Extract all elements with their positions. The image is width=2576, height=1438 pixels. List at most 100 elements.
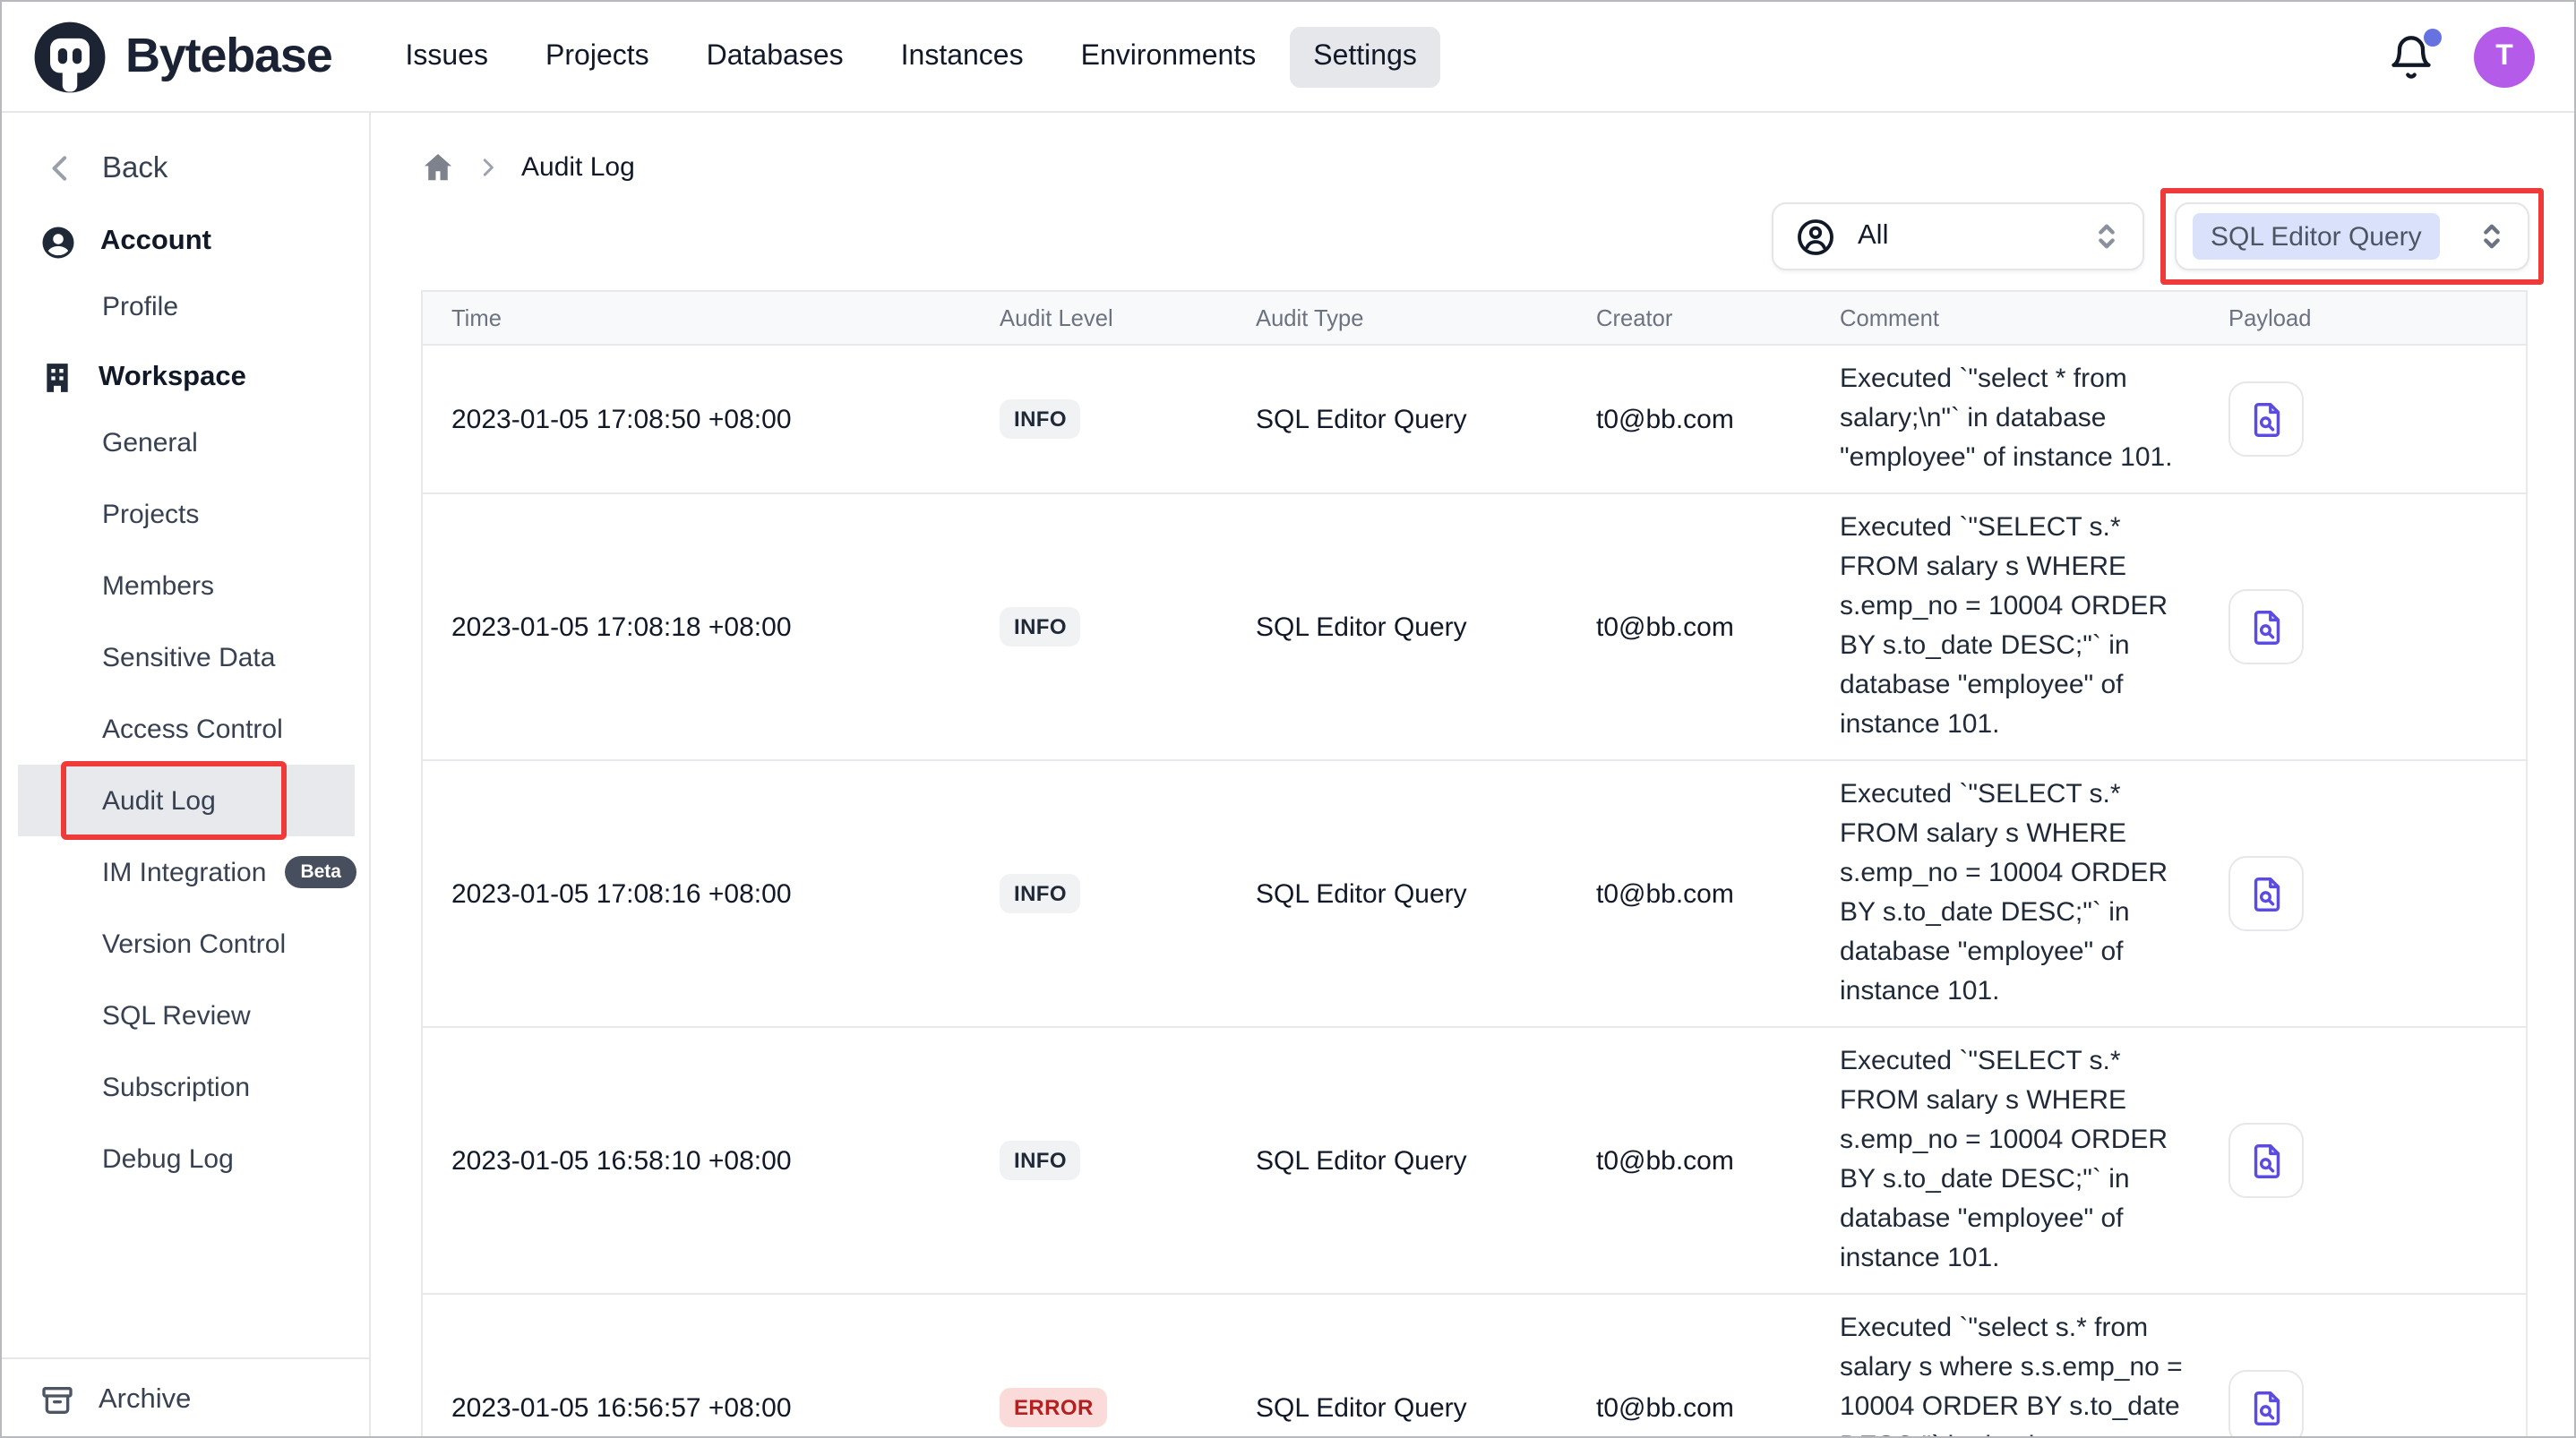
sidebar-item-audit-log[interactable]: Audit Log: [18, 765, 355, 836]
nav-item-environments[interactable]: Environments: [1058, 26, 1280, 87]
audit-level-badge: INFO: [1000, 607, 1081, 646]
cell-audit-type: SQL Editor Query: [1256, 612, 1596, 642]
audit-level-badge: INFO: [1000, 399, 1081, 439]
brand-name: Bytebase: [125, 29, 332, 84]
sidebar-item-general[interactable]: General: [2, 407, 369, 478]
audit-log-table: Time Audit Level Audit Type Creator Comm…: [421, 290, 2528, 1438]
sidebar-item-subscription[interactable]: Subscription: [2, 1051, 369, 1123]
audit-level-badge: INFO: [1000, 1141, 1081, 1180]
col-header-audit-level: Audit Level: [1000, 304, 1256, 331]
chevron-left-icon: [43, 150, 79, 186]
building-icon: [39, 360, 75, 396]
selector-icon: [2089, 218, 2125, 254]
nav-item-settings[interactable]: Settings: [1290, 26, 1440, 87]
archive-label: Archive: [99, 1383, 191, 1416]
back-button[interactable]: Back: [2, 145, 369, 192]
payload-view-button[interactable]: [2228, 1370, 2304, 1438]
sidebar-item-sensitive-data[interactable]: Sensitive Data: [2, 621, 369, 693]
top-navbar: Bytebase Issues Projects Databases Insta…: [2, 2, 2574, 113]
table-row: 2023-01-05 16:56:57 +08:00 ERROR SQL Edi…: [423, 1295, 2526, 1438]
audit-type-filter-dropdown[interactable]: SQL Editor Query: [2175, 202, 2529, 270]
col-header-creator: Creator: [1596, 304, 1840, 331]
sidebar-item-im-integration[interactable]: IM Integration Beta: [2, 836, 369, 908]
beta-badge: Beta: [284, 857, 357, 888]
bytebase-app-window: Bytebase Issues Projects Databases Insta…: [0, 0, 2576, 1438]
notification-dot: [2424, 28, 2442, 46]
cell-comment: Executed `"SELECT s.* FROM salary s WHER…: [1840, 761, 2228, 1026]
cell-time: 2023-01-05 17:08:18 +08:00: [423, 612, 1000, 642]
sidebar-section-workspace: Workspace: [2, 356, 369, 399]
file-search-icon: [2245, 398, 2287, 440]
cell-audit-type: SQL Editor Query: [1256, 878, 1596, 909]
col-header-payload: Payload: [2228, 304, 2526, 331]
avatar[interactable]: T: [2474, 26, 2535, 87]
nav-item-databases[interactable]: Databases: [683, 26, 867, 87]
cell-creator: t0@bb.com: [1596, 612, 1840, 642]
cell-time: 2023-01-05 16:58:10 +08:00: [423, 1145, 1000, 1176]
audit-level-badge: ERROR: [1000, 1388, 1108, 1427]
cell-creator: t0@bb.com: [1596, 878, 1840, 909]
sidebar-item-archive[interactable]: Archive: [2, 1357, 369, 1438]
page-title: Audit Log: [521, 151, 635, 182]
col-header-audit-type: Audit Type: [1256, 304, 1596, 331]
archive-icon: [39, 1382, 75, 1417]
cell-audit-type: SQL Editor Query: [1256, 1392, 1596, 1423]
creator-filter-value: All: [1858, 220, 1888, 253]
person-circle-icon: [1795, 216, 1836, 257]
sidebar-section-account: Account: [2, 220, 369, 263]
notification-bell-button[interactable]: [2388, 33, 2434, 80]
cell-audit-type: SQL Editor Query: [1256, 1145, 1596, 1176]
cell-comment: Executed `"select s.* from salary s wher…: [1840, 1295, 2228, 1438]
filter-toolbar: All SQL Editor Query: [421, 188, 2574, 285]
main-content: Audit Log All SQL Editor Quer: [371, 113, 2574, 1438]
sidebar-item-sql-review[interactable]: SQL Review: [2, 980, 369, 1051]
user-circle-icon: [39, 223, 77, 261]
cell-creator: t0@bb.com: [1596, 404, 1840, 434]
sidebar-item-profile[interactable]: Profile: [2, 270, 369, 342]
table-row: 2023-01-05 16:58:10 +08:00 INFO SQL Edit…: [423, 1028, 2526, 1295]
settings-sidebar: Back Account Profile Workspace General: [2, 113, 371, 1438]
bytebase-logo[interactable]: Bytebase: [30, 17, 332, 96]
payload-view-button[interactable]: [2228, 856, 2304, 931]
cell-comment: Executed `"SELECT s.* FROM salary s WHER…: [1840, 1028, 2228, 1293]
cell-creator: t0@bb.com: [1596, 1145, 1840, 1176]
sidebar-item-members[interactable]: Members: [2, 550, 369, 621]
table-header-row: Time Audit Level Audit Type Creator Comm…: [423, 292, 2526, 346]
nav-item-projects[interactable]: Projects: [522, 26, 673, 87]
bytebase-logo-icon: [30, 17, 109, 96]
cell-time: 2023-01-05 17:08:50 +08:00: [423, 404, 1000, 434]
payload-view-button[interactable]: [2228, 1123, 2304, 1198]
section-label: Workspace: [99, 362, 246, 394]
file-search-icon: [2245, 1387, 2287, 1428]
breadcrumb: Audit Log: [421, 145, 2574, 188]
payload-view-button[interactable]: [2228, 589, 2304, 664]
back-label: Back: [102, 151, 167, 185]
cell-creator: t0@bb.com: [1596, 1392, 1840, 1423]
nav-item-issues[interactable]: Issues: [382, 26, 512, 87]
creator-filter-dropdown[interactable]: All: [1772, 202, 2144, 270]
sidebar-item-debug-log[interactable]: Debug Log: [2, 1123, 369, 1194]
audit-level-badge: INFO: [1000, 874, 1081, 913]
file-search-icon: [2245, 606, 2287, 647]
cell-comment: Executed `"select * from salary;\n"` in …: [1840, 346, 2228, 492]
col-header-time: Time: [423, 304, 1000, 331]
nav-item-instances[interactable]: Instances: [878, 26, 1047, 87]
audit-type-filter-value: SQL Editor Query: [2193, 213, 2440, 260]
app-body: Back Account Profile Workspace General: [2, 113, 2574, 1438]
table-row: 2023-01-05 17:08:50 +08:00 INFO SQL Edit…: [423, 346, 2526, 494]
chevron-right-icon: [475, 153, 502, 180]
cell-time: 2023-01-05 17:08:16 +08:00: [423, 878, 1000, 909]
sidebar-item-version-control[interactable]: Version Control: [2, 908, 369, 980]
sidebar-item-access-control[interactable]: Access Control: [2, 693, 369, 765]
payload-view-button[interactable]: [2228, 381, 2304, 457]
topnav-right: T: [2388, 26, 2535, 87]
section-label: Account: [100, 226, 211, 258]
annotation-box-audit-type-filter: SQL Editor Query: [2160, 188, 2544, 285]
table-row: 2023-01-05 17:08:16 +08:00 INFO SQL Edit…: [423, 761, 2526, 1028]
file-search-icon: [2245, 873, 2287, 914]
cell-time: 2023-01-05 16:56:57 +08:00: [423, 1392, 1000, 1423]
col-header-comment: Comment: [1840, 304, 2228, 331]
sidebar-item-projects[interactable]: Projects: [2, 478, 369, 550]
cell-audit-type: SQL Editor Query: [1256, 404, 1596, 434]
home-icon[interactable]: [421, 150, 455, 184]
